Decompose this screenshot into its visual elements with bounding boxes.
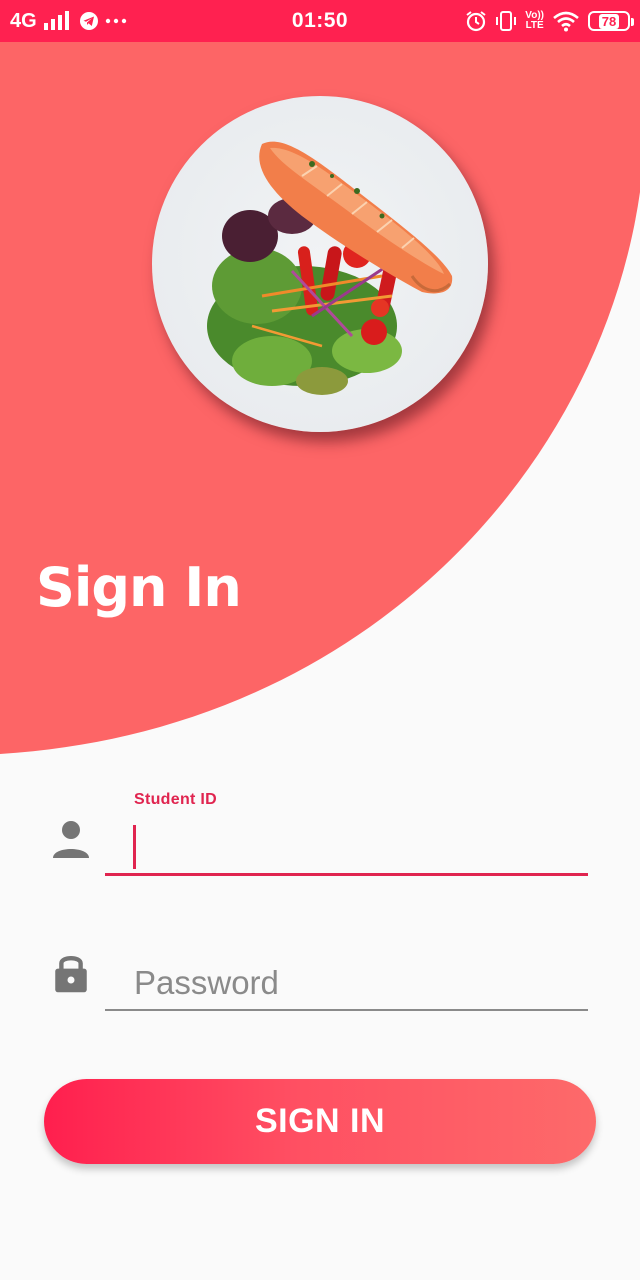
battery-tip: [631, 18, 634, 26]
wifi-icon: [553, 11, 579, 32]
text-cursor: [133, 825, 136, 869]
battery-level: 78: [598, 13, 620, 29]
password-underline: [105, 1009, 588, 1011]
student-id-input[interactable]: [106, 818, 588, 872]
student-id-underline: [105, 873, 588, 876]
page-title: Sign In: [36, 556, 242, 619]
lock-icon: [55, 955, 87, 993]
password-input[interactable]: [106, 956, 588, 1010]
food-plate-image: [152, 96, 488, 432]
alarm-icon: [466, 11, 486, 32]
student-id-label: Student ID: [134, 791, 217, 808]
sign-in-button[interactable]: SIGN IN: [44, 1079, 596, 1164]
volte-bottom: LTE: [525, 20, 544, 31]
status-bar: 4G 01:50 Vo)) LTE 78: [0, 0, 640, 42]
vibrate-icon: [496, 11, 517, 31]
battery-icon: 78: [588, 11, 634, 31]
volte-indicator: Vo)) LTE: [525, 11, 544, 31]
salmon-salad-illustration: [207, 141, 453, 395]
status-right: Vo)) LTE 78: [465, 0, 634, 42]
person-icon: [53, 821, 89, 858]
